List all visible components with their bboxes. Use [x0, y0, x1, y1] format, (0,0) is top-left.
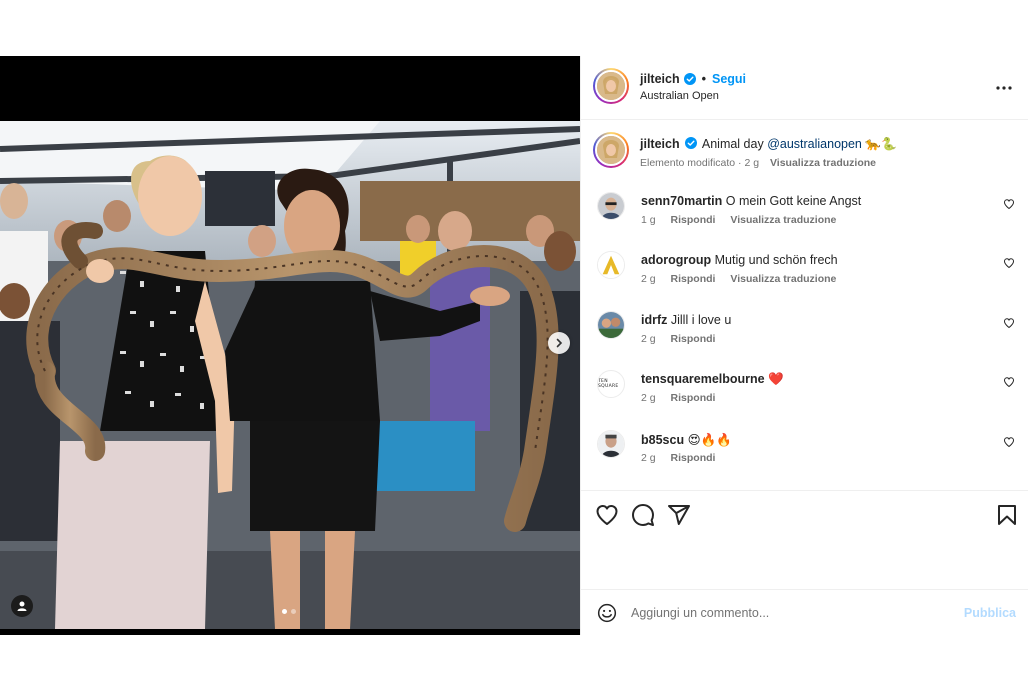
comments-list: jilteich Animal day @australianopen 🐆🐍 E… [581, 120, 1028, 490]
comment-item: TEN SQUARE tensquaremelbourne ❤️ 2 g Ris… [597, 370, 1017, 420]
avatar-image [598, 252, 624, 278]
comment-text: Mutig und schön frech [714, 253, 838, 267]
author-avatar[interactable] [593, 132, 629, 168]
post-actions-bar [581, 490, 1028, 590]
caption-username[interactable]: jilteich [640, 137, 680, 151]
avatar-image [598, 431, 624, 457]
comment-icon[interactable] [631, 503, 655, 527]
comment-username[interactable]: tensquaremelbourne [641, 372, 765, 386]
comment-like-heart-icon[interactable] [1003, 317, 1015, 329]
post-photo[interactable] [0, 121, 580, 629]
comment-username[interactable]: b85scu [641, 433, 684, 447]
caption-mention[interactable]: @australianopen [767, 137, 862, 151]
user-icon [17, 601, 27, 611]
chevron-right-icon [556, 338, 563, 348]
reply-button[interactable]: Rispondi [671, 214, 716, 226]
author-avatar[interactable] [593, 68, 629, 104]
carousel-next-button[interactable] [548, 332, 570, 354]
commenter-avatar[interactable]: TEN SQUARE [597, 370, 625, 398]
more-options-button[interactable] [994, 78, 1014, 98]
comment-like-heart-icon[interactable] [1003, 436, 1015, 448]
commenter-avatar[interactable] [597, 192, 625, 220]
translate-link[interactable]: Visualizza traduzione [730, 273, 836, 285]
carousel-dot [282, 609, 287, 614]
comment-text: O mein Gott keine Angst [725, 194, 862, 208]
post-media [0, 56, 580, 635]
reply-button[interactable]: Rispondi [671, 452, 716, 464]
comment-username[interactable]: adorogroup [641, 253, 711, 267]
caption-emoji: 🐆🐍 [865, 137, 897, 151]
commenter-avatar[interactable] [597, 430, 625, 458]
send-icon[interactable] [667, 503, 691, 527]
comment-input[interactable] [631, 600, 951, 626]
commenter-avatar[interactable] [597, 251, 625, 279]
tagged-users-button[interactable] [11, 595, 33, 617]
avatar-image [598, 193, 624, 219]
separator-dot: • [701, 72, 706, 86]
comment-text: 😍🔥🔥 [687, 433, 732, 447]
reply-button[interactable]: Rispondi [671, 273, 716, 285]
avatar-logo-text: TEN SQUARE [598, 379, 619, 389]
reply-button[interactable]: Rispondi [671, 333, 716, 345]
avatar-image [597, 136, 625, 164]
verified-badge-icon [683, 73, 696, 85]
reply-button[interactable]: Rispondi [671, 392, 716, 404]
comment-item: adorogroup Mutig und schön frech 2 g Ris… [597, 251, 1017, 301]
photo-illustration [0, 121, 580, 629]
comment-text: ❤️ [768, 372, 784, 386]
post-location[interactable]: Australian Open [640, 90, 719, 102]
avatar-image [598, 312, 624, 338]
comment-time: 2 g [641, 392, 656, 404]
comment-item: idrfz Jilll i love u 2 g Rispondi [597, 311, 1017, 361]
heart-icon[interactable] [595, 503, 619, 527]
post-header: jilteich • Segui Australian Open [581, 56, 1028, 120]
comment-item: b85scu 😍🔥🔥 2 g Rispondi [597, 430, 1017, 480]
follow-button[interactable]: Segui [712, 72, 746, 86]
author-username[interactable]: jilteich [640, 72, 680, 86]
commenter-avatar[interactable] [597, 311, 625, 339]
comment-username[interactable]: idrfz [641, 313, 667, 327]
comment-like-heart-icon[interactable] [1003, 376, 1015, 388]
comment-text: Jilll i love u [670, 313, 732, 327]
post-side-panel: jilteich • Segui Australian Open jilteic… [580, 56, 1028, 635]
comment-like-heart-icon[interactable] [1003, 198, 1015, 210]
carousel-dot [291, 609, 296, 614]
verified-badge-icon [685, 137, 698, 149]
caption-text: Animal day [701, 137, 768, 151]
comment-time: 2 g [641, 452, 656, 464]
bookmark-icon[interactable] [995, 503, 1019, 527]
comment-like-heart-icon[interactable] [1003, 257, 1015, 269]
avatar-image [597, 72, 625, 100]
comment-time: 2 g [641, 333, 656, 345]
emoji-icon[interactable] [597, 603, 617, 623]
comment-item: senn70martin O mein Gott keine Angst 1 g… [597, 192, 1017, 242]
carousel-indicator [282, 609, 296, 614]
publish-button[interactable]: Pubblica [964, 606, 1016, 620]
comment-username[interactable]: senn70martin [641, 194, 722, 208]
comment-composer: Pubblica [581, 589, 1028, 635]
caption-edited-time: Elemento modificato · 2 g [640, 157, 760, 169]
caption-translate-link[interactable]: Visualizza traduzione [770, 157, 876, 169]
comment-time: 2 g [641, 273, 656, 285]
more-horizontal-icon [996, 86, 1012, 90]
comment-time: 1 g [641, 214, 656, 226]
translate-link[interactable]: Visualizza traduzione [730, 214, 836, 226]
